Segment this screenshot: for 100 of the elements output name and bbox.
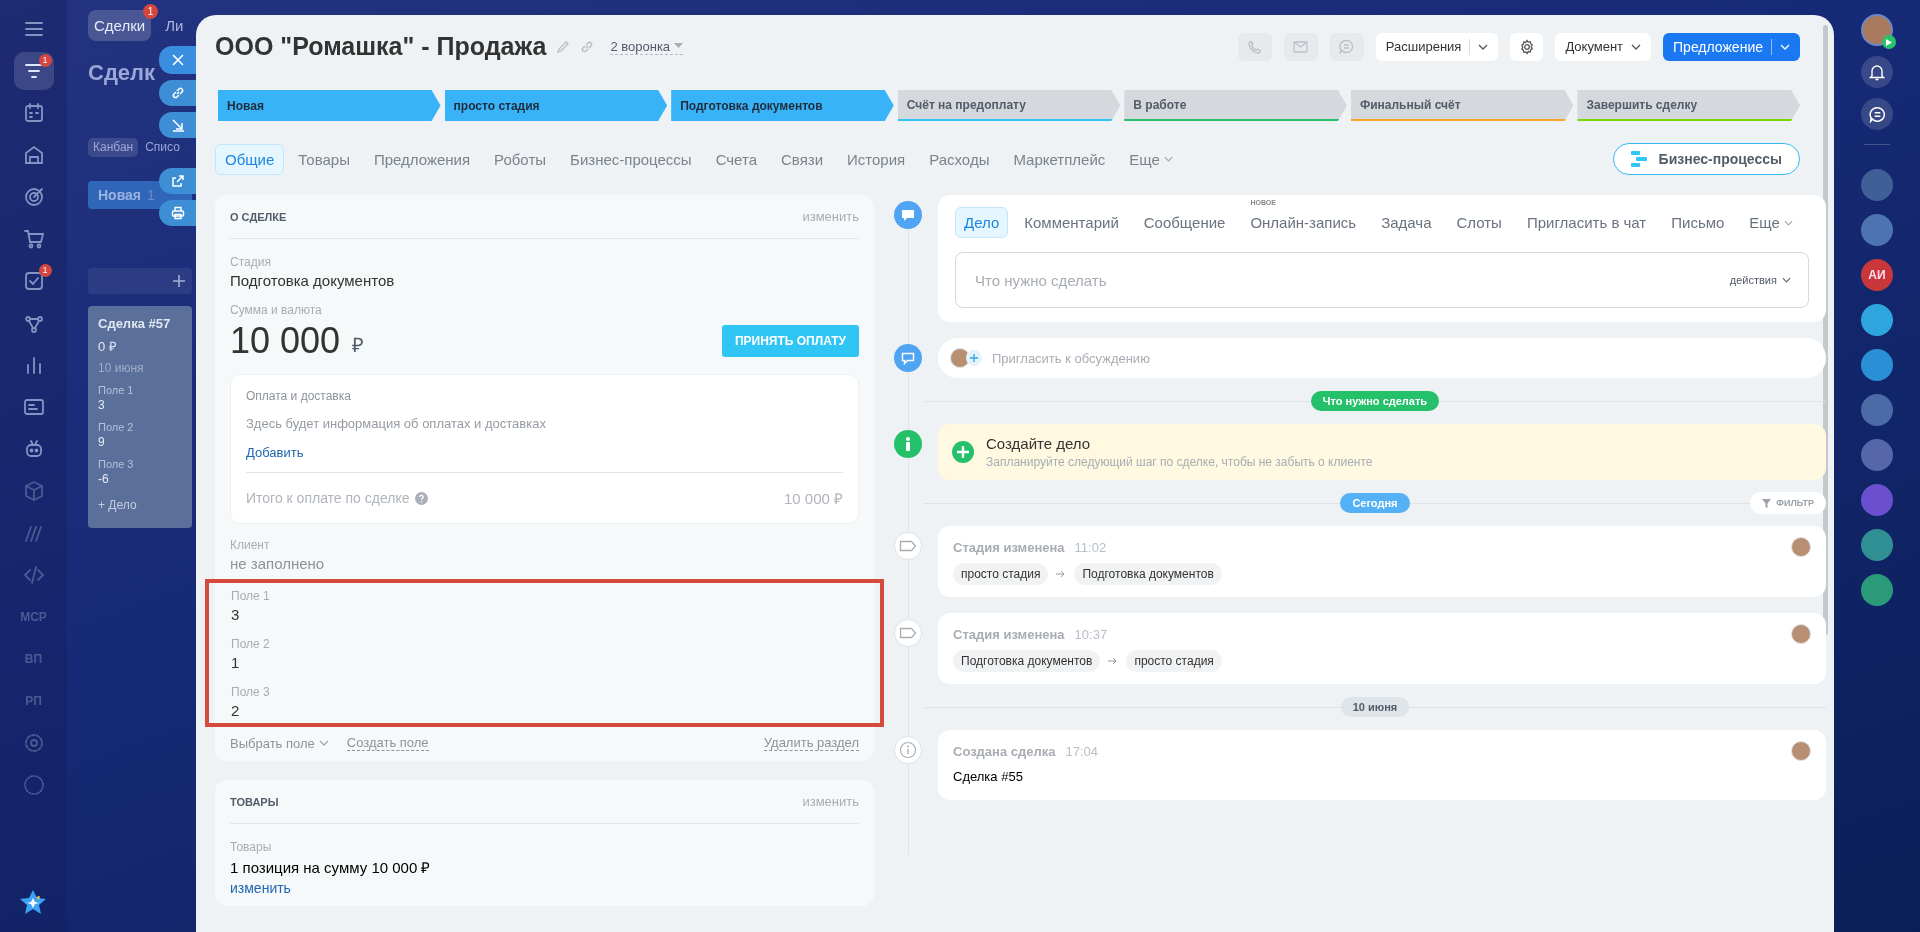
phone-icon bbox=[1247, 39, 1262, 54]
tab[interactable]: Связи bbox=[771, 143, 833, 175]
event-time: 11:02 bbox=[1074, 539, 1107, 555]
tab[interactable]: Маркетплейс bbox=[1003, 143, 1116, 175]
invite-field[interactable]: Пригласить к обсуждению bbox=[938, 338, 1826, 378]
event-time: 17:04 bbox=[1065, 743, 1099, 759]
composer-tab[interactable]: Письмо bbox=[1662, 207, 1734, 238]
tab[interactable]: История bbox=[837, 143, 916, 175]
app-shortcut[interactable] bbox=[1861, 214, 1893, 246]
field-value: 3 bbox=[98, 398, 106, 412]
tab[interactable]: Предложения bbox=[363, 143, 481, 175]
field-label: Поле 3 bbox=[231, 685, 271, 699]
app-shortcut[interactable] bbox=[1861, 394, 1893, 426]
column-count: 1 bbox=[147, 187, 155, 203]
composer-tab[interactable]: Пригласить в чат bbox=[1517, 207, 1656, 238]
event-title: Создана сделка bbox=[953, 743, 1056, 759]
filter-icon bbox=[1762, 498, 1772, 508]
close-button[interactable] bbox=[159, 46, 196, 74]
info-icon bbox=[894, 430, 922, 458]
offer-button[interactable]: Предложение bbox=[1663, 32, 1800, 61]
edit-products-link[interactable]: изменить bbox=[230, 880, 859, 896]
minimize-button[interactable] bbox=[159, 112, 196, 138]
composer-tab[interactable]: Дело bbox=[955, 207, 1009, 238]
add-icon[interactable] bbox=[952, 441, 974, 463]
field-label: Товары bbox=[230, 840, 273, 854]
view-tab[interactable]: Списо bbox=[140, 138, 185, 157]
app-shortcut[interactable]: АИ bbox=[1861, 259, 1893, 291]
tab[interactable]: Товары bbox=[288, 143, 360, 175]
print-button[interactable] bbox=[159, 200, 196, 226]
business-processes-button[interactable]: Бизнес-процессы bbox=[1612, 143, 1800, 175]
delete-section-link[interactable]: Удалить раздел bbox=[763, 735, 859, 751]
add-link[interactable]: Добавить bbox=[246, 445, 843, 460]
plus-icon[interactable] bbox=[966, 350, 982, 366]
todo-input-field[interactable]: Что нужно сделать действия bbox=[955, 252, 1809, 308]
stage-chip: Подготовка документов bbox=[953, 650, 1101, 672]
stage-step[interactable]: В работе bbox=[1124, 90, 1347, 121]
cart-icon[interactable] bbox=[21, 227, 46, 251]
document-button[interactable]: Документ bbox=[1555, 32, 1652, 61]
sphere-icon[interactable] bbox=[21, 773, 46, 797]
avatar-icon bbox=[1790, 624, 1811, 644]
field-value: 3 bbox=[231, 606, 241, 623]
choose-field-dropdown[interactable]: Выбрать поле bbox=[230, 735, 329, 751]
tab[interactable]: Бизнес-процессы bbox=[560, 143, 702, 175]
composer-tab[interactable]: Сообщение bbox=[1134, 207, 1235, 238]
copy-link-button[interactable] bbox=[159, 80, 196, 106]
tab[interactable]: Расходы bbox=[919, 143, 1000, 175]
tab[interactable]: Роботы bbox=[484, 143, 557, 175]
composer-tab[interactable]: Комментарий bbox=[1015, 207, 1128, 238]
currency-sign: ₽ bbox=[352, 332, 365, 358]
tab[interactable]: Счета bbox=[705, 143, 767, 175]
app-shortcut[interactable] bbox=[1861, 574, 1893, 606]
composer-tab[interactable]: Задача bbox=[1372, 207, 1441, 238]
view-tab[interactable]: Канбан bbox=[88, 138, 139, 157]
create-field-link[interactable]: Создать поле bbox=[346, 735, 429, 751]
nav-item[interactable]: 1 bbox=[13, 262, 54, 300]
tab[interactable]: Общие bbox=[215, 143, 285, 175]
date-divider-label: Сегодня bbox=[1340, 493, 1410, 513]
payment-title: Оплата и доставка bbox=[246, 389, 352, 403]
section-heading: ТОВАРЫ bbox=[230, 795, 279, 808]
caret-icon bbox=[1631, 43, 1642, 50]
app-shortcut[interactable] bbox=[1861, 439, 1893, 471]
notifications-button[interactable] bbox=[1861, 56, 1893, 88]
deal-card[interactable]: Сделка #57 0 ₽ 10 июня Поле 1 3 Поле 2 9 Поле 3 -6 + Дело bbox=[88, 306, 192, 528]
extensions-button[interactable]: Расширения bbox=[1375, 32, 1499, 61]
stage-step[interactable]: Счёт на предоплату bbox=[897, 90, 1121, 121]
chat-icon bbox=[1868, 105, 1886, 123]
app-shortcut[interactable] bbox=[1861, 484, 1893, 516]
stage-step[interactable]: Завершить сделку bbox=[1577, 90, 1801, 121]
window-title: ООО "Ромашка" - Продажа bbox=[215, 32, 547, 61]
funnel-selector[interactable]: 2 воронка bbox=[610, 38, 684, 55]
arrow-right-icon bbox=[1056, 570, 1067, 578]
messenger-button[interactable] bbox=[1861, 98, 1893, 130]
app-shortcut[interactable] bbox=[1861, 349, 1893, 381]
filter-button[interactable]: ФИЛЬТР bbox=[1750, 492, 1826, 514]
app-shortcut[interactable] bbox=[1861, 529, 1893, 561]
link-icon bbox=[170, 86, 185, 100]
invite-input[interactable]: Пригласить к обсуждению bbox=[990, 349, 1814, 367]
play-icon bbox=[1882, 35, 1896, 49]
actions-dropdown[interactable]: действия bbox=[1729, 274, 1791, 286]
avatar-icon bbox=[950, 348, 970, 368]
settings-button[interactable] bbox=[1510, 32, 1544, 61]
add-activity-link[interactable]: + Дело bbox=[98, 498, 182, 512]
page-title: Сделк bbox=[88, 59, 156, 87]
caret-icon bbox=[318, 740, 329, 746]
composer-tab[interactable]: Еще bbox=[1740, 207, 1802, 238]
composer-tab[interactable]: Слоты bbox=[1447, 207, 1511, 238]
nav-item[interactable]: 1 bbox=[13, 52, 54, 90]
stage-step[interactable]: Финальный счёт bbox=[1350, 90, 1574, 121]
caret-icon bbox=[674, 43, 684, 49]
stage-step[interactable]: Новая bbox=[218, 90, 441, 121]
caret-icon bbox=[1163, 156, 1173, 162]
stage-step[interactable]: просто стадия bbox=[444, 90, 668, 121]
page-tab[interactable]: Ли bbox=[159, 10, 190, 41]
tab[interactable]: Еще bbox=[1119, 143, 1183, 175]
caret-icon bbox=[1783, 219, 1793, 226]
avatar-icon bbox=[1790, 741, 1811, 761]
app-shortcut[interactable] bbox=[1861, 304, 1893, 336]
open-in-new-window-button[interactable] bbox=[159, 168, 196, 194]
stage-step[interactable]: Подготовка документов bbox=[671, 90, 894, 121]
user-avatar[interactable] bbox=[1861, 14, 1893, 46]
